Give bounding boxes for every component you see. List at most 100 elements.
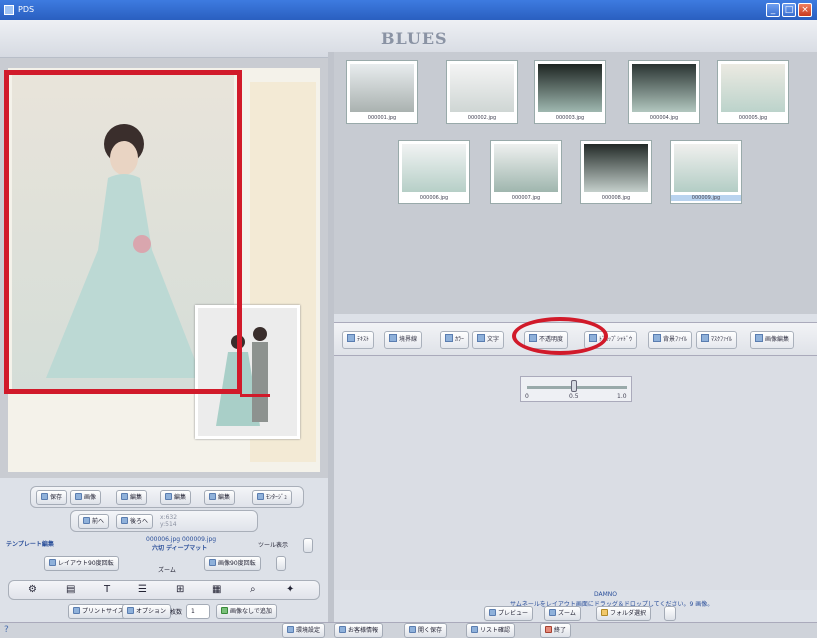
rotate-layout-button[interactable]: レイアウト90度回転	[44, 556, 119, 571]
layout-icon	[49, 559, 56, 566]
thumbnail-grid: 000001.jpg 000002.jpg 000003.jpg 000004.…	[334, 52, 817, 314]
device-label: DAMNO	[594, 591, 618, 598]
thumbnail[interactable]: 000001.jpg	[346, 60, 418, 124]
rotate-dropdown[interactable]	[276, 556, 286, 571]
bring-forward-button[interactable]: 前へ	[78, 514, 110, 529]
image-icon	[75, 493, 82, 500]
slider-min-label: 0	[525, 393, 529, 400]
open-save-icon	[409, 626, 416, 633]
text-icon[interactable]: T	[104, 584, 110, 595]
rotate-icon	[209, 493, 216, 500]
coord-y: y:514	[160, 521, 177, 528]
highlight-frame	[4, 70, 242, 394]
image-button[interactable]: 画像	[70, 490, 102, 505]
opacity-slider[interactable]: 0 0.5 1.0	[520, 376, 632, 402]
close-button[interactable]: ×	[798, 3, 812, 17]
edit-move-button[interactable]: 編集	[116, 490, 148, 505]
options-icon	[127, 607, 134, 614]
help-icon[interactable]: ?	[4, 625, 9, 635]
forward-icon	[83, 517, 90, 524]
save-button[interactable]: 保存	[36, 490, 68, 505]
add-icon	[221, 607, 228, 614]
montage-icon	[257, 493, 264, 500]
add-no-image-button[interactable]: 画像なしで追加	[216, 604, 277, 619]
folder-select-button[interactable]: フォルダ選択	[596, 606, 652, 621]
tool-display-toggle[interactable]	[303, 538, 313, 553]
zoom-button[interactable]: ズーム	[544, 606, 581, 621]
save-icon	[41, 493, 48, 500]
tab-color[interactable]: ｶﾗｰ	[440, 331, 470, 349]
preview-icon	[489, 609, 496, 616]
coord-x: x:632	[160, 514, 178, 521]
customer-info-button[interactable]: お客様情報	[334, 623, 384, 638]
folder-icon	[601, 609, 608, 616]
template-name: 六切 ディープマット	[152, 545, 208, 552]
tool-display-label: ツール表示	[258, 542, 289, 549]
copies-label: 枚数	[170, 609, 183, 616]
environment-settings-button[interactable]: 環境設定	[282, 623, 326, 638]
status-bar: ? 環境設定 お客様情報 開く保存 リスト確認 終了	[0, 622, 817, 638]
print-size-button[interactable]: プリントサイズ	[68, 604, 129, 619]
options-button[interactable]: オプション	[122, 604, 172, 619]
tab-border[interactable]: 境界線	[384, 331, 423, 349]
rotate-image-button[interactable]: 画像90度回転	[204, 556, 261, 571]
move-icon	[121, 493, 128, 500]
window-title: PDS	[18, 5, 35, 14]
rotate-image-icon	[209, 559, 216, 566]
thumbnail[interactable]: 000006.jpg	[398, 140, 470, 204]
montage-button[interactable]: ﾓﾝﾀｰｼﾞｭ	[252, 490, 293, 505]
app-icon	[4, 5, 14, 15]
copies-input[interactable]: 1	[186, 604, 210, 619]
tab-mask-file[interactable]: ﾏｽｸﾌｧｲﾙ	[696, 331, 738, 349]
search-icon[interactable]: ⌕	[250, 584, 256, 595]
tab-image-edit[interactable]: 画像編集	[750, 331, 795, 349]
settings-icon[interactable]: ⚙	[28, 584, 37, 595]
highlight-connector	[240, 394, 270, 397]
border-tab-icon	[389, 334, 397, 342]
minimize-button[interactable]: _	[766, 3, 780, 17]
thumbnail[interactable]: 000005.jpg	[717, 60, 789, 124]
icon-toolbar	[8, 580, 320, 600]
thumbnail[interactable]: 000003.jpg	[534, 60, 606, 124]
exit-icon	[545, 626, 552, 633]
slider-max-label: 1.0	[617, 393, 627, 400]
font-tab-icon	[477, 334, 485, 342]
maximize-button[interactable]: □	[782, 3, 796, 17]
zoom-icon	[549, 609, 556, 616]
list-check-button[interactable]: リスト確認	[466, 623, 516, 638]
tab-font[interactable]: 文字	[472, 331, 505, 349]
slider-mid-label: 0.5	[569, 393, 579, 400]
folder-dropdown[interactable]	[664, 606, 676, 621]
thumbnail[interactable]: 000004.jpg	[628, 60, 700, 124]
slider-track	[527, 386, 627, 389]
color-tab-icon	[445, 334, 453, 342]
resize-icon	[165, 493, 172, 500]
open-save-button[interactable]: 開く保存	[404, 623, 448, 638]
highlight-oval	[512, 317, 608, 355]
star-icon[interactable]: ✦	[286, 584, 294, 595]
list-icon	[471, 626, 478, 633]
mask-tab-icon	[701, 334, 709, 342]
send-backward-button[interactable]: 後ろへ	[116, 514, 154, 529]
align-icon[interactable]: ☰	[138, 584, 147, 595]
exit-button[interactable]: 終了	[540, 623, 572, 638]
stack-icon[interactable]: ⊞	[176, 584, 184, 595]
text-tab-icon	[347, 334, 355, 342]
app-logo: BLUES	[381, 29, 448, 48]
thumbnail[interactable]: 000008.jpg	[580, 140, 652, 204]
thumbnail[interactable]: 000002.jpg	[446, 60, 518, 124]
layer-icon[interactable]: ▦	[212, 584, 221, 595]
print-icon[interactable]: ▤	[66, 584, 75, 595]
edit-rotate-button[interactable]: 編集	[204, 490, 236, 505]
edit-resize-button[interactable]: 編集	[160, 490, 192, 505]
preview-button[interactable]: プレビュー	[484, 606, 534, 621]
tab-background-file[interactable]: 背景ﾌｧｲﾙ	[648, 331, 693, 349]
thumbnail-selected[interactable]: 000009.jpg	[670, 140, 742, 204]
slider-knob[interactable]	[571, 380, 577, 392]
template-files: 000006.jpg 000009.jpg	[146, 536, 217, 543]
background-tab-icon	[653, 334, 661, 342]
title-bar: PDS _ □ ×	[0, 0, 817, 20]
tab-text[interactable]: ﾃｷｽﾄ	[342, 331, 375, 349]
customer-icon	[339, 626, 346, 633]
thumbnail[interactable]: 000007.jpg	[490, 140, 562, 204]
